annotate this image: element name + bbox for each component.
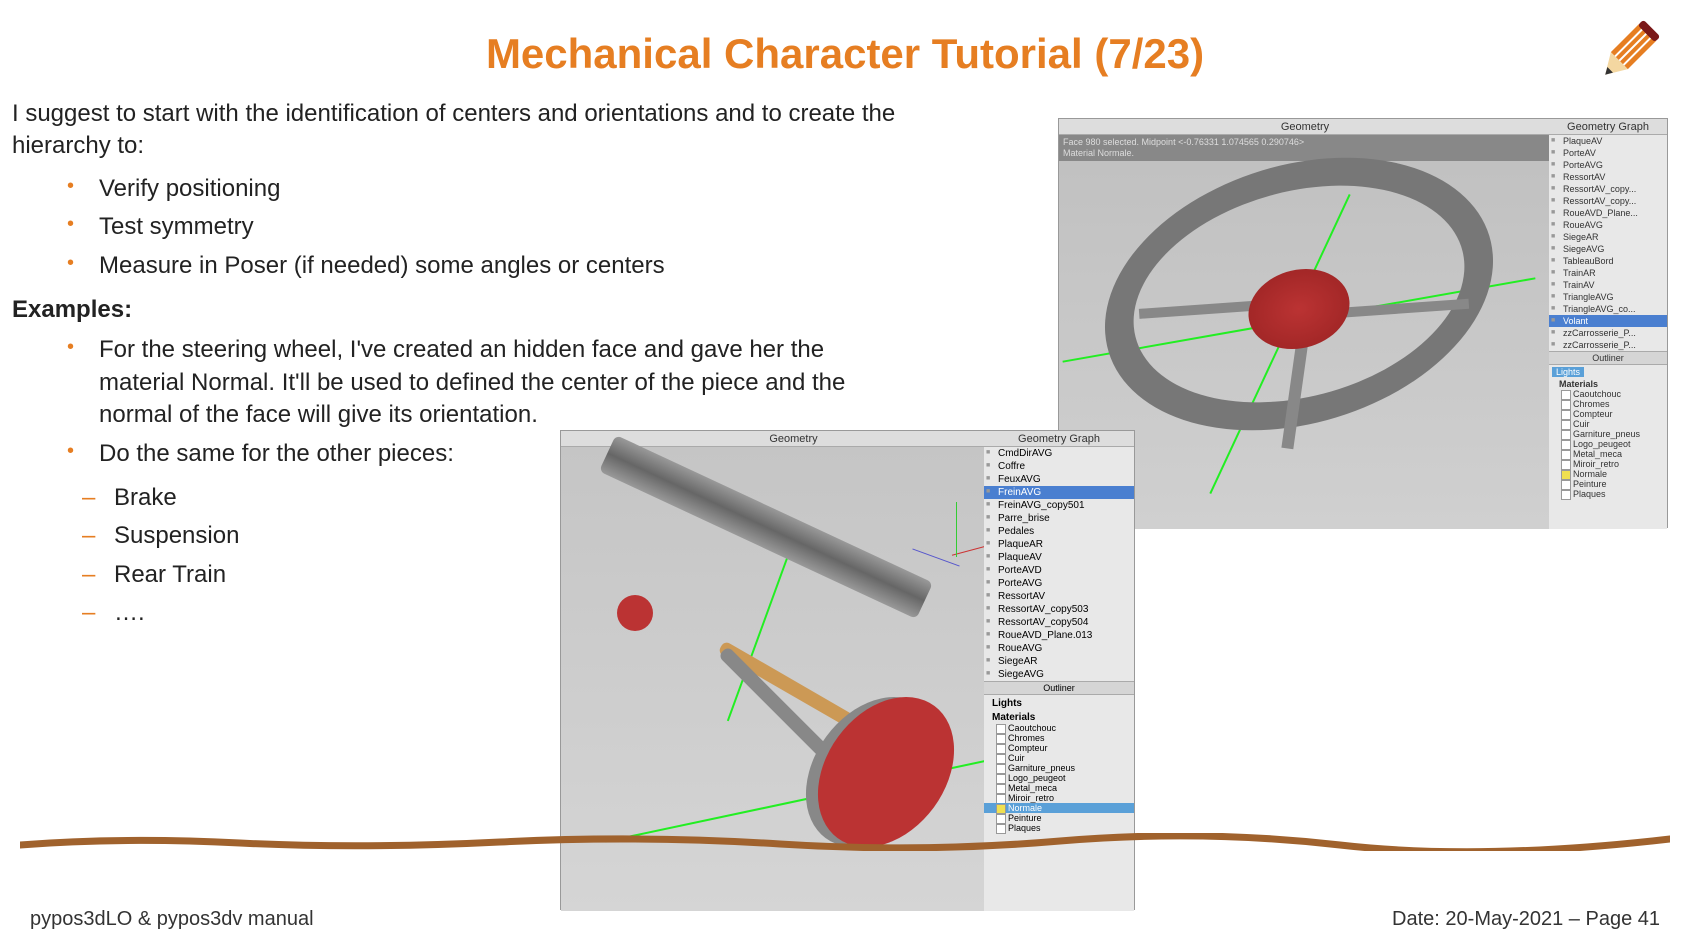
object-item: PorteAVD [984,564,1134,577]
object-item: TriangleAVG [1549,291,1667,303]
material-item: Caoutchouc [1549,389,1667,399]
object-item: zzCarrosserie_P... [1549,339,1667,351]
object-item: CmdDirAVG [984,447,1134,460]
graph-header: Geometry Graph [984,431,1134,447]
footer-right: Date: 20-May-2021 – Page 41 [1392,908,1660,931]
material-item: Logo_peugeot [1549,439,1667,449]
material-item: Miroir_retro [984,793,1134,803]
material-item: Normale [1549,469,1667,479]
object-item: SiegeAR [1549,231,1667,243]
slide-title: Mechanical Character Tutorial (7/23) [295,0,1395,98]
materials-label: Materials [984,712,1134,723]
object-item: PlaqueAV [1549,135,1667,147]
material-item: Logo_peugeot [984,773,1134,783]
material-item-selected: Normale [984,803,1134,813]
material-item: Compteur [1549,409,1667,419]
material-item: Chromes [1549,399,1667,409]
object-item: SiegeAR [984,655,1134,668]
slide-footer: pypos3dLO & pypos3dv manual Date: 20-May… [30,908,1660,931]
object-item: RessortAV [984,590,1134,603]
object-item: SiegeAVG [1549,243,1667,255]
object-item: RessortAV_copy504 [984,616,1134,629]
lights-label: Lights [984,695,1134,712]
material-item: Garniture_pneus [1549,429,1667,439]
material-item: Caoutchouc [984,723,1134,733]
material-item: Metal_meca [984,783,1134,793]
material-item: Chromes [984,733,1134,743]
object-item: RoueAVG [984,642,1134,655]
object-item-selected: Volant [1549,315,1667,327]
object-item: Parre_brise [984,512,1134,525]
outliner-header: Outliner [984,681,1134,695]
material-item: Peinture [1549,479,1667,489]
material-item: Peinture [984,813,1134,823]
material-item: Compteur [984,743,1134,753]
object-item: PlaqueAR [984,538,1134,551]
materials-label: Materials [1549,379,1667,389]
material-item: Miroir_retro [1549,459,1667,469]
object-item: TableauBord [1549,255,1667,267]
graph-header: Geometry Graph [1549,119,1667,135]
bullet-item: Verify positioning [67,173,908,205]
material-item: Metal_meca [1549,449,1667,459]
object-item: RoueAVD_Plane.013 [984,629,1134,642]
object-item: RessortAV_copy503 [984,603,1134,616]
object-item: PorteAV [1549,147,1667,159]
examples-heading: Examples: [12,294,908,326]
divider-wave [20,833,1670,851]
object-item: TrainAV [1549,279,1667,291]
selection-info: Face 980 selected. Midpoint <-0.76331 1.… [1059,135,1551,161]
object-item: RoueAVD_Plane... [1549,207,1667,219]
outliner-header: Outliner [1549,351,1667,365]
object-item: zzCarrosserie_P... [1549,327,1667,339]
object-item: RessortAV_copy... [1549,183,1667,195]
object-item: RessortAV_copy... [1549,195,1667,207]
bullet-item: Measure in Poser (if needed) some angles… [67,250,908,282]
intro-bullets: Verify positioning Test symmetry Measure… [12,173,908,282]
screenshot-steering-wheel: Geometry Face 980 selected. Midpoint <-0… [1058,118,1668,528]
material-item: Garniture_pneus [984,763,1134,773]
object-item: PorteAVG [1549,159,1667,171]
material-item: Cuir [1549,419,1667,429]
intro-text: I suggest to start with the identificati… [12,98,908,163]
lights-tag: Lights [1552,367,1584,377]
material-item: Cuir [984,753,1134,763]
material-item: Plaques [984,823,1134,833]
object-item: Coffre [984,460,1134,473]
object-item: FreinAVG_copy501 [984,499,1134,512]
bullet-item: For the steering wheel, I've created an … [67,334,908,431]
object-item: SiegeAVG [984,668,1134,681]
material-item: Plaques [1549,489,1667,499]
object-item-selected: FreinAVG [984,486,1134,499]
object-item: TriangleAVG_co... [1549,303,1667,315]
footer-left: pypos3dLO & pypos3dv manual [30,908,314,931]
object-item: TrainAR [1549,267,1667,279]
pencil-icon [1585,15,1665,95]
object-item: RoueAVG [1549,219,1667,231]
object-item: PlaqueAV [984,551,1134,564]
geometry-graph-panel: Geometry Graph PlaqueAV PorteAV PorteAVG… [1549,119,1667,529]
bullet-item: Test symmetry [67,211,908,243]
geometry-header: Geometry [1059,119,1551,135]
object-item: PorteAVG [984,577,1134,590]
object-item: RessortAV [1549,171,1667,183]
object-item: Pedales [984,525,1134,538]
object-item: FeuxAVG [984,473,1134,486]
